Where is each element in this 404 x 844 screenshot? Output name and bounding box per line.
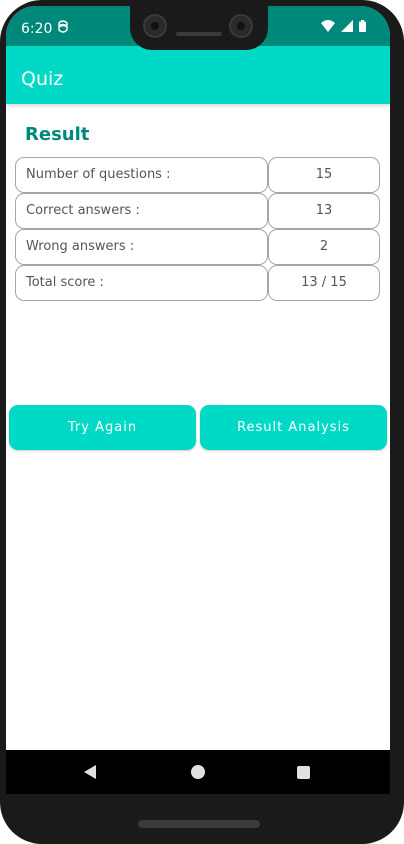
bottom-speaker	[138, 820, 260, 828]
back-icon[interactable]	[84, 765, 96, 779]
status-icons	[321, 19, 366, 37]
result-row-correct: Correct answers : 13	[15, 193, 381, 229]
cellular-signal-icon	[341, 19, 353, 37]
try-again-button[interactable]: Try Again	[9, 405, 196, 450]
result-label: Total score :	[15, 265, 268, 301]
result-value: 13	[268, 193, 380, 229]
home-icon[interactable]	[191, 765, 205, 779]
result-value: 2	[268, 229, 380, 265]
wifi-icon	[321, 19, 335, 37]
result-label: Correct answers :	[15, 193, 268, 229]
battery-icon	[359, 19, 366, 37]
camera-icon	[143, 14, 167, 38]
camera-icon	[229, 14, 253, 38]
result-value: 15	[268, 157, 380, 193]
result-label: Wrong answers :	[15, 229, 268, 265]
app-bar: Quiz	[6, 46, 390, 104]
result-heading: Result	[25, 124, 90, 145]
result-row-wrong: Wrong answers : 2	[15, 229, 381, 265]
screen: 6:20 Quiz Result Number of questions: 1…	[6, 6, 390, 794]
result-value: 13 / 15	[268, 265, 380, 301]
result-analysis-button[interactable]: Result Analysis	[200, 405, 387, 450]
recents-icon[interactable]	[297, 766, 310, 779]
camera-notch	[130, 0, 268, 50]
status-time: 6:20	[21, 21, 53, 37]
app-title: Quiz	[21, 68, 64, 90]
result-row-questions: Number of questions : 15	[15, 157, 381, 193]
navigation-bar	[6, 750, 390, 794]
earpiece-speaker	[176, 32, 222, 36]
result-label: Number of questions :	[15, 157, 268, 193]
phone-frame: 6:20 Quiz Result Number of questions: 1…	[0, 0, 404, 844]
vpn-icon	[58, 20, 68, 36]
result-row-total: Total score : 13 / 15	[15, 265, 381, 301]
